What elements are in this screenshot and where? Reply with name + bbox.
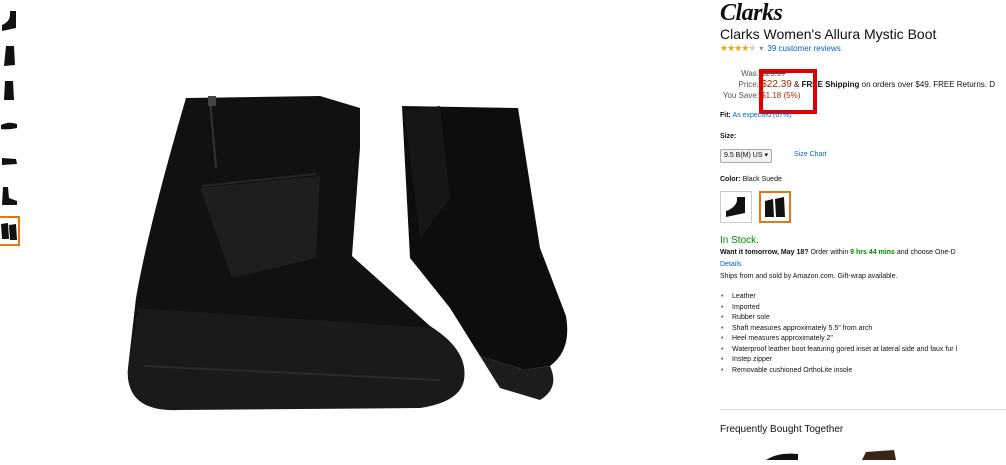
- thumbnail-sole-view[interactable]: [0, 113, 18, 139]
- size-label: Size:: [720, 133, 737, 140]
- star-rating[interactable]: ★★★★★: [720, 43, 756, 54]
- thumbnail-alt-side-view[interactable]: [0, 183, 18, 209]
- stock-status: In Stock.: [720, 235, 759, 246]
- color-row: Color: Black Suede: [720, 176, 782, 183]
- fit-label: Fit:: [720, 112, 731, 119]
- size-selected: 9.5 B(M) US: [724, 152, 763, 159]
- thumbnail-pair-view[interactable]: [0, 216, 20, 246]
- delivery-countdown: 9 hrs 44 mins: [850, 249, 895, 256]
- delivery-mid: Order within: [808, 249, 851, 256]
- price-highlight-box: [759, 69, 817, 114]
- size-chart-link[interactable]: Size Chart: [794, 151, 827, 158]
- thumbnail-top-view[interactable]: [0, 148, 18, 174]
- ships-from-text: Ships from and sold by Amazon.com. Gift-…: [720, 273, 898, 280]
- feature-item: Rubber sole: [721, 313, 957, 324]
- color-swatch-pair[interactable]: [759, 191, 791, 223]
- fit-row: Fit: As expected (67%): [720, 112, 792, 119]
- frequently-bought-thumbnails[interactable]: [758, 448, 908, 460]
- color-swatch-side[interactable]: [720, 191, 752, 223]
- feature-item: Instep zipper: [721, 355, 957, 366]
- chevron-down-icon[interactable]: ▾: [759, 44, 763, 53]
- product-main-image[interactable]: [120, 88, 590, 460]
- color-label: Color:: [720, 176, 741, 183]
- feature-list: Leather Imported Rubber sole Shaft measu…: [721, 292, 957, 377]
- customer-reviews-link[interactable]: 39 customer reviews: [767, 44, 840, 53]
- delivery-message: Want it tomorrow, May 18? Order within 9…: [720, 249, 956, 256]
- feature-item: Imported: [721, 303, 957, 314]
- frequently-bought-heading: Frequently Bought Together: [720, 424, 844, 435]
- price-label: Price:: [738, 80, 759, 89]
- feature-item: Heel measures approximately 2": [721, 334, 957, 345]
- feature-item: Removable cushioned OrthoLite insole: [721, 366, 957, 377]
- thumbnail-strip: [0, 8, 22, 253]
- size-dropdown[interactable]: 9.5 B(M) US ▾: [720, 149, 772, 163]
- was-label: Was:: [741, 69, 759, 78]
- fit-value-link[interactable]: As expected (67%): [732, 112, 791, 119]
- shipping-suffix: on orders over $49. FREE Returns. D: [859, 80, 996, 89]
- details-link[interactable]: Details: [720, 261, 741, 268]
- chevron-down-icon: ▾: [764, 152, 768, 159]
- save-label: You Save:: [722, 91, 759, 100]
- delivery-end: and choose One-D: [894, 249, 956, 256]
- thumbnail-front-view[interactable]: [0, 43, 18, 69]
- feature-item: Waterproof leather boot featuring gored …: [721, 345, 957, 356]
- thumbnail-back-view[interactable]: [0, 78, 18, 104]
- thumbnail-side-view[interactable]: [0, 8, 18, 34]
- feature-item: Leather: [721, 292, 957, 303]
- color-value: Black Suede: [742, 176, 782, 183]
- brand-logo[interactable]: Clarks: [720, 0, 783, 27]
- feature-item: Shaft measures approximately 5.5" from a…: [721, 324, 957, 335]
- section-divider: [720, 409, 1006, 410]
- rating-row: ★★★★★ ▾ 39 customer reviews: [720, 43, 841, 54]
- delivery-date: Want it tomorrow, May 18?: [720, 249, 809, 256]
- product-title: Clarks Women's Allura Mystic Boot: [720, 26, 937, 42]
